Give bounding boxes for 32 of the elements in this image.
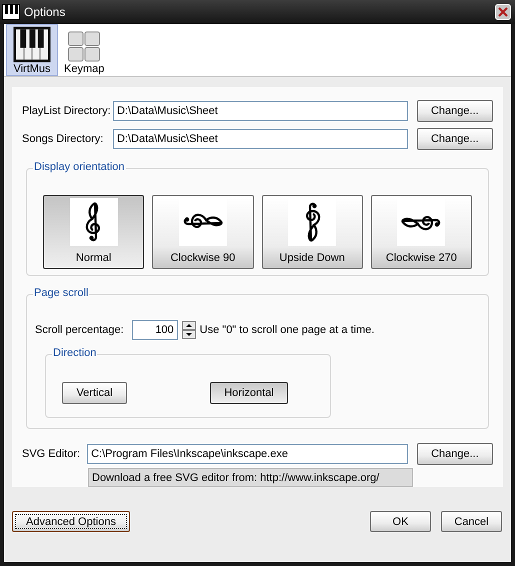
group-title: Direction	[52, 347, 98, 360]
window-title: Options	[24, 5, 66, 19]
direction-button[interactable]: Vertical	[62, 382, 127, 404]
field-label: PlayList Directory:	[22, 104, 112, 117]
direction-button[interactable]: Horizontal	[210, 382, 288, 404]
dialog-button[interactable]: Cancel	[441, 511, 502, 532]
change-button[interactable]: Change...	[416, 128, 493, 150]
text-field[interactable]: C:\Program Files\Inkscape\inkscape.exe	[87, 444, 408, 464]
spinner-arrows-icon[interactable]	[182, 321, 196, 340]
orientation-button[interactable]: Normal	[43, 194, 144, 269]
text-field[interactable]: D:\Data\Music\Sheet	[112, 100, 408, 121]
text-field[interactable]: D:\Data\Music\Sheet	[112, 128, 408, 149]
dialog-button[interactable]: OK	[370, 511, 431, 532]
piano-icon	[2, 4, 20, 20]
number-field[interactable]: 100	[132, 320, 178, 340]
field-label: SVG Editor:	[22, 448, 82, 460]
field-label: Songs Directory:	[22, 132, 104, 145]
info-text: Download a free SVG editor from: http://www.inkscape.org/	[88, 468, 413, 487]
orientation-button[interactable]: Upside Down	[262, 194, 363, 269]
orientation-button[interactable]: Clockwise 90	[152, 194, 254, 269]
toolbar-button[interactable]: VirtMus	[6, 24, 58, 76]
toolbar-button[interactable]: Keymap	[61, 24, 108, 76]
change-button[interactable]: Change...	[416, 100, 493, 122]
group-title: Page scroll	[33, 287, 90, 300]
orientation-button[interactable]: Clockwise 270	[370, 194, 472, 269]
group-title: Display orientation	[33, 160, 126, 173]
change-button[interactable]: Change...	[416, 443, 494, 466]
close-button[interactable]	[495, 4, 511, 20]
field-label: Scroll percentage:	[35, 324, 124, 336]
hint-text: Use "0" to scroll one page at a time.	[200, 324, 374, 336]
keyboard-keys-icon	[66, 30, 102, 63]
dialog-button[interactable]: Advanced Options	[12, 511, 130, 532]
